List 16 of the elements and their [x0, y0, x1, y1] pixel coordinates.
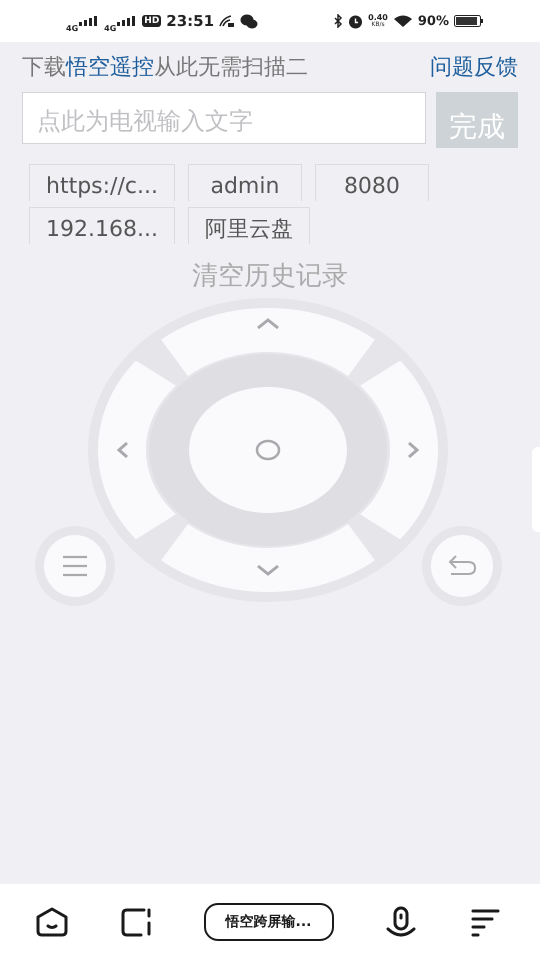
network-label: 4G: [66, 24, 78, 32]
history-chip[interactable]: https://c...: [29, 164, 175, 201]
feedback-link[interactable]: 问题反馈: [430, 52, 518, 82]
cross-screen-input-button[interactable]: 悟空跨屏输...: [204, 903, 334, 941]
history-chip[interactable]: 192.168...: [29, 207, 175, 244]
history-chip[interactable]: admin: [188, 164, 302, 201]
download-promo: 下载悟空遥控从此无需扫描二: [22, 54, 308, 82]
history-chip[interactable]: 阿里云盘: [188, 207, 310, 244]
clock-time: 23:51: [166, 12, 214, 30]
speed-value: 0.40: [368, 14, 388, 22]
text-input-field[interactable]: 点此为电视输入文字: [22, 92, 426, 144]
app-link[interactable]: 悟空遥控: [66, 55, 154, 80]
history-chip[interactable]: 8080: [314, 164, 429, 201]
battery-level: 90%: [418, 14, 449, 28]
network-label: 4G: [104, 24, 116, 32]
hd-badge: HD: [142, 15, 162, 27]
